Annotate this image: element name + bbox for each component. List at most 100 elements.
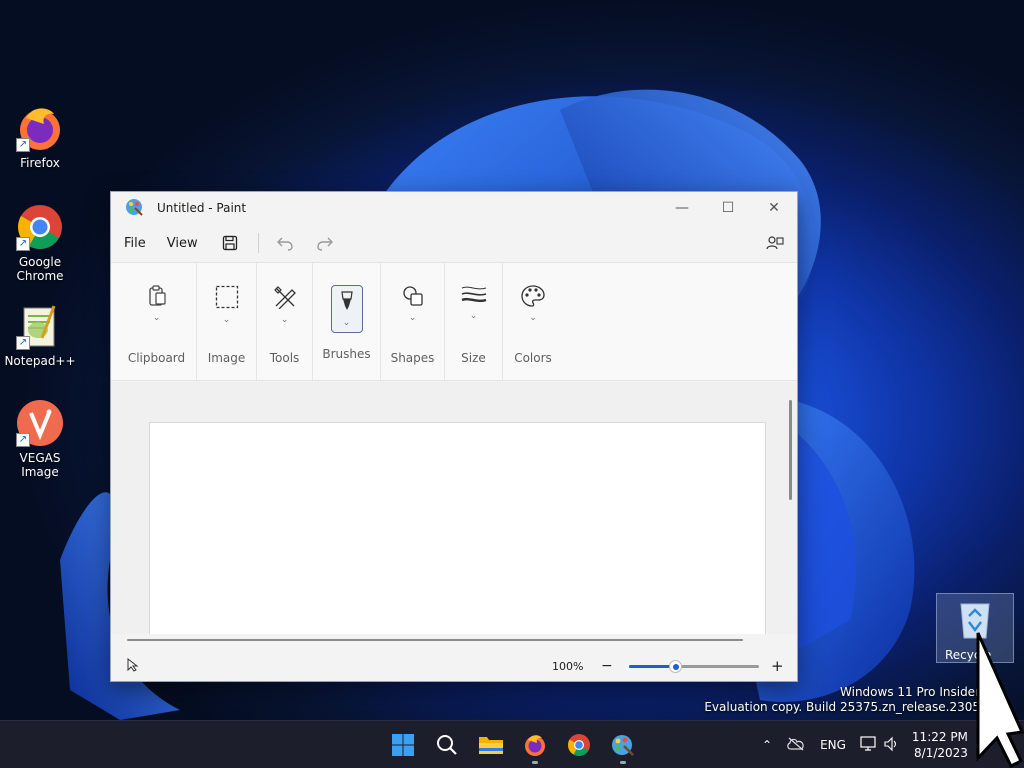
brushes-button[interactable]: ⌄ (330, 285, 363, 333)
desktop-icon-vegas-image[interactable]: ↗ VEGAS Image (0, 399, 80, 479)
mouse-cursor-icon (976, 632, 1024, 768)
chevron-down-icon: ⌄ (469, 311, 478, 321)
horizontal-scrollbar[interactable] (127, 639, 743, 641)
tools-button[interactable]: ⌄ (269, 285, 301, 333)
selection-icon (215, 285, 238, 309)
firefox-icon: ↗ (16, 104, 64, 152)
start-icon (391, 734, 414, 756)
file-explorer-icon (478, 737, 503, 754)
redo-icon (316, 237, 333, 251)
maximize-icon: ☐ (721, 200, 735, 216)
chrome-icon (567, 734, 590, 756)
drawing-canvas[interactable] (149, 422, 766, 634)
taskbar-firefox[interactable] (520, 729, 549, 764)
clipboard-icon (148, 285, 166, 306)
network-button[interactable] (860, 735, 878, 755)
paint-icon (611, 735, 634, 756)
taskbar: ⌃ ENG 11:22 PM 8/1/2023 (0, 720, 1024, 768)
size-icon (461, 286, 486, 303)
title-bar[interactable]: Untitled - Paint — ☐ ✕ (111, 192, 797, 224)
clipboard-button[interactable]: ⌄ (141, 285, 173, 333)
volume-button[interactable] (884, 736, 900, 755)
chevron-down-icon: ⌄ (280, 315, 289, 325)
ribbon-group-image: ⌄ Image (197, 263, 257, 380)
volume-icon (884, 736, 896, 751)
taskbar-paint[interactable] (608, 729, 637, 764)
desktop-icon-firefox[interactable]: ↗ Firefox (0, 104, 80, 170)
ribbon-group-brushes: ⌄ Brushes (313, 263, 381, 380)
shapes-button[interactable]: ⌄ (397, 285, 429, 333)
size-button[interactable]: ⌄ (458, 285, 490, 333)
running-indicator (531, 761, 538, 764)
taskbar-chrome[interactable] (564, 729, 593, 761)
desktop-icon-chrome[interactable]: ↗ Google Chrome (0, 203, 80, 283)
system-tray: ⌃ ENG 11:22 PM 8/1/2023 (762, 721, 968, 768)
zoom-slider-thumb[interactable] (668, 660, 682, 673)
cursor-position-icon (127, 657, 139, 675)
chevron-down-icon: ⌄ (152, 313, 161, 323)
ribbon-label: Brushes (322, 347, 371, 361)
ribbon-label: Clipboard (127, 351, 186, 365)
desktop-icon-notepadpp[interactable]: ↗ Notepad++ (0, 302, 80, 368)
start-button[interactable] (388, 729, 417, 761)
chevron-down-icon: ⌄ (408, 313, 417, 323)
selection-button[interactable]: ⌄ (211, 285, 243, 333)
cloud-offline-icon (787, 737, 804, 750)
language-indicator[interactable]: ENG (820, 738, 846, 752)
shapes-icon (402, 286, 423, 306)
taskbar-apps (388, 729, 652, 764)
watermark-line1: Windows 11 Pro Insider (840, 685, 980, 699)
clock-time: 11:22 PM (911, 730, 968, 744)
taskbar-file-explorer[interactable] (476, 729, 505, 761)
chevron-down-icon: ⌄ (529, 313, 537, 323)
minimize-button[interactable]: — (659, 192, 705, 224)
zoom-in-button[interactable]: + (771, 657, 784, 675)
watermark-line2: Evaluation copy. Build 25375.zn_release.… (704, 700, 980, 714)
paint-app-icon (125, 198, 143, 219)
undo-button[interactable] (273, 231, 297, 255)
chrome-icon: ↗ (16, 203, 64, 251)
vertical-scrollbar[interactable] (789, 400, 792, 500)
taskbar-search-button[interactable] (432, 729, 461, 761)
chevron-up-icon: ⌃ (762, 738, 773, 752)
zoom-slider-fill (629, 665, 675, 668)
colors-button[interactable]: ⌄ (517, 285, 549, 333)
chevron-down-icon: ⌄ (342, 318, 351, 328)
ribbon-label: Tools (269, 351, 300, 365)
status-bar: 100% − + (111, 651, 797, 681)
close-button[interactable]: ✕ (751, 192, 797, 224)
shortcut-arrow-icon: ↗ (16, 433, 30, 447)
clock-date: 8/1/2023 (914, 746, 968, 760)
account-button[interactable] (763, 231, 787, 255)
zoom-out-button[interactable]: − (601, 658, 613, 674)
menu-file[interactable]: File (124, 236, 146, 251)
onedrive-button[interactable] (786, 737, 806, 754)
ribbon-group-clipboard: ⌄ Clipboard (117, 263, 197, 380)
save-button[interactable] (218, 231, 242, 255)
search-icon (436, 735, 457, 755)
shortcut-arrow-icon: ↗ (16, 138, 30, 152)
ribbon: ⌄ Clipboard ⌄ Image ⌄ Tools ⌄ Brushes ⌄ … (111, 262, 797, 381)
palette-icon (521, 285, 545, 307)
notepadpp-icon: ↗ (16, 302, 64, 350)
account-settings-icon (766, 236, 784, 250)
desktop-icon-label: Google Chrome (16, 255, 64, 283)
ribbon-group-size: ⌄ Size (445, 263, 503, 380)
desktop-icon-label: Firefox (20, 156, 60, 170)
ribbon-label: Shapes (390, 351, 435, 365)
show-hidden-icons-button[interactable]: ⌃ (762, 738, 772, 752)
redo-button[interactable] (313, 231, 337, 255)
toolbar-divider (257, 233, 259, 253)
maximize-button[interactable]: ☐ (705, 192, 751, 224)
clock[interactable]: 11:22 PM 8/1/2023 (912, 729, 968, 761)
menu-view[interactable]: View (167, 236, 198, 251)
zoom-slider[interactable] (629, 660, 759, 673)
running-indicator (619, 761, 626, 764)
close-icon: ✕ (768, 200, 780, 216)
firefox-icon (524, 735, 545, 756)
shortcut-arrow-icon: ↗ (16, 237, 30, 251)
zoom-level[interactable]: 100% (552, 660, 583, 673)
os-watermark: Windows 11 Pro Insider Evaluation copy. … (704, 685, 980, 715)
save-icon (222, 235, 237, 251)
ribbon-group-colors: ⌄ Colors (503, 263, 563, 380)
